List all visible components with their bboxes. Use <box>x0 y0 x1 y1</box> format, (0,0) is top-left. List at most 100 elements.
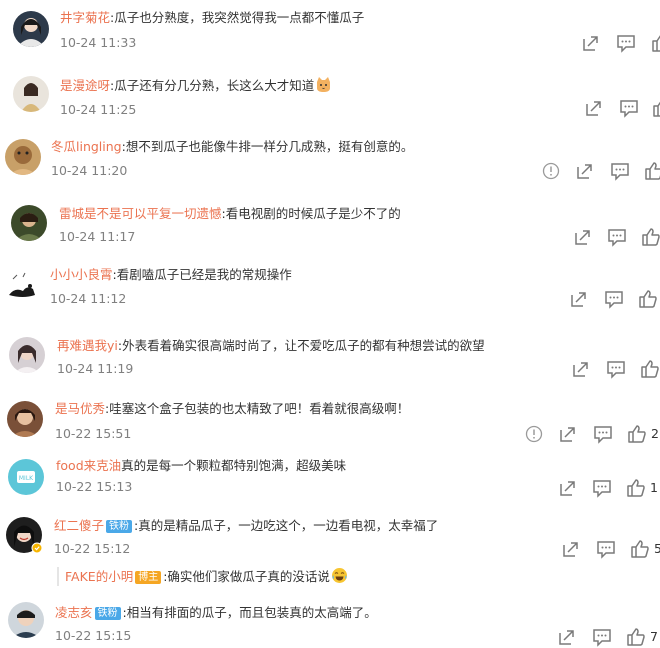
repost-button[interactable] <box>580 32 602 54</box>
comment-actions <box>568 288 660 310</box>
like-button[interactable] <box>640 226 660 248</box>
comment-icon <box>593 629 611 647</box>
like-button[interactable] <box>625 626 647 648</box>
comment-body: :哇塞这个盒子包装的也太精致了吧！看着就很高级啊！ <box>105 401 410 416</box>
username[interactable]: 井字菊花 <box>60 10 110 25</box>
username[interactable]: 冬瓜lingling <box>51 139 122 154</box>
report-button[interactable] <box>540 160 562 182</box>
avatar[interactable] <box>13 76 49 112</box>
avatar[interactable] <box>6 517 43 554</box>
username[interactable]: food来克油 <box>56 458 121 473</box>
like-button[interactable] <box>629 538 651 560</box>
reply-button[interactable] <box>603 288 625 310</box>
username[interactable]: 是漫途呀 <box>60 78 110 93</box>
repost-button[interactable] <box>560 538 582 560</box>
thumbs-up-icon <box>627 628 645 646</box>
like-button[interactable] <box>626 423 648 445</box>
repost-button[interactable] <box>557 423 579 445</box>
avatar[interactable] <box>11 205 47 241</box>
repost-button[interactable] <box>570 358 592 380</box>
comment-actions <box>540 160 660 182</box>
repost-icon <box>573 362 588 377</box>
username[interactable]: 雷城是不是可以平复一切遗憾 <box>59 206 222 221</box>
like-button[interactable] <box>639 358 660 380</box>
reply-button[interactable] <box>592 423 614 445</box>
comment-item: 冬瓜lingling:想不到瓜子也能像牛排一样分几成熟，挺有创意的。 10-24… <box>0 126 660 192</box>
thumbs-up-icon <box>641 360 659 378</box>
comment-text: 是马优秀:哇塞这个盒子包装的也太精致了吧！看着就很高级啊！ <box>55 400 409 418</box>
repost-button[interactable] <box>572 226 594 248</box>
reply-body: :确实他们家做瓜子真的没话说 <box>163 569 330 584</box>
thumbs-up-icon <box>639 290 657 308</box>
repost-button[interactable] <box>583 97 605 119</box>
thumbs-up-icon <box>642 228 660 246</box>
username[interactable]: 小小小良霄 <box>50 267 113 282</box>
timestamp: 10-24 11:17 <box>59 229 136 244</box>
svg-text:MILK: MILK <box>19 475 34 482</box>
avatar[interactable] <box>3 269 39 305</box>
comment-text: 凌志亥 铁粉:相当有排面的瓜子，而且包装真的太高端了。 <box>55 604 377 622</box>
repost-button[interactable] <box>574 160 596 182</box>
avatar[interactable] <box>13 11 49 47</box>
repost-button[interactable] <box>568 288 590 310</box>
avatar[interactable]: MILK <box>8 459 44 495</box>
comment-body: :瓜子也分熟度，我突然觉得我一点都不懂瓜子 <box>110 10 365 25</box>
reply-button[interactable] <box>591 477 613 499</box>
comment-body: 真的是每一个颗粒都特别饱满，超级美味 <box>121 458 347 473</box>
repost-button[interactable] <box>557 477 579 499</box>
avatar[interactable] <box>5 139 41 175</box>
like-button[interactable] <box>651 97 660 119</box>
repost-icon <box>586 101 601 116</box>
timestamp: 10-24 11:25 <box>60 102 137 117</box>
like-button[interactable] <box>637 288 659 310</box>
timestamp: 10-22 15:15 <box>55 628 132 643</box>
username[interactable]: 再难遇我yi <box>57 338 118 353</box>
report-button[interactable] <box>523 423 545 445</box>
report-icon <box>525 425 543 443</box>
like-count: 2 <box>651 426 659 441</box>
username[interactable]: 是马优秀 <box>55 401 105 416</box>
comment-item: 凌志亥 铁粉:相当有排面的瓜子，而且包装真的太高端了。 10-22 15:15 7 <box>0 600 660 647</box>
comment-icon <box>608 229 626 247</box>
repost-button[interactable] <box>556 626 578 648</box>
reply-button[interactable] <box>595 538 617 560</box>
like-count: 7 <box>650 629 658 644</box>
comment-icon <box>594 426 612 444</box>
username[interactable]: 红二傻子 <box>54 518 104 533</box>
comment-item: 是马优秀:哇塞这个盒子包装的也太精致了吧！看着就很高级啊！ 10-22 15:5… <box>0 390 660 450</box>
comment-icon <box>593 480 611 498</box>
comment-icon <box>620 100 638 118</box>
like-button[interactable] <box>625 477 647 499</box>
repost-icon <box>575 230 590 245</box>
thumbs-up-icon <box>628 425 646 443</box>
reply-button[interactable] <box>605 358 627 380</box>
avatar[interactable] <box>7 401 43 437</box>
comment-item: 红二傻子 铁粉:真的是精品瓜子，一边吃这个，一边看电视，太幸福了 10-22 15… <box>0 510 660 600</box>
reply-button[interactable] <box>609 160 631 182</box>
like-button[interactable] <box>643 160 660 182</box>
repost-icon <box>583 36 598 51</box>
repost-icon <box>559 630 574 645</box>
comment-text: 红二傻子 铁粉:真的是精品瓜子，一边吃这个，一边看电视，太幸福了 <box>54 517 438 535</box>
reply-username[interactable]: FAKE的小明 <box>65 569 133 584</box>
timestamp: 10-24 11:19 <box>57 361 134 376</box>
reply-button[interactable] <box>606 226 628 248</box>
comment-item: 小小小良霄:看剧嗑瓜子已经是我的常规操作 10-24 11:12 <box>0 256 660 324</box>
comment-item: 是漫途呀:瓜子还有分几分熟，长这么大才知道 10-24 11:25 <box>0 64 660 126</box>
thumbs-up-icon <box>653 101 660 117</box>
reply-button[interactable] <box>615 32 637 54</box>
avatar[interactable] <box>8 602 44 638</box>
report-icon <box>542 162 560 180</box>
comment-body: :外表看着确实很高端时尚了，让不爱吃瓜子的都有种想尝试的欲望 <box>117 338 485 353</box>
comment-item: 雷城是不是可以平复一切遗憾:看电视剧的时候瓜子是少不了的 10-24 11:17 <box>0 192 660 256</box>
username[interactable]: 凌志亥 <box>55 605 93 620</box>
like-button[interactable] <box>650 32 660 54</box>
reply-button[interactable] <box>591 626 613 648</box>
like-count: 1 <box>650 480 658 495</box>
reply-button[interactable] <box>618 97 640 119</box>
timestamp: 10-24 11:33 <box>60 35 137 50</box>
avatar[interactable] <box>9 337 45 373</box>
thumbs-up-icon <box>631 540 649 558</box>
comment-text: 冬瓜lingling:想不到瓜子也能像牛排一样分几成熟，挺有创意的。 <box>51 138 413 156</box>
comment-text: 雷城是不是可以平复一切遗憾:看电视剧的时候瓜子是少不了的 <box>59 205 401 223</box>
